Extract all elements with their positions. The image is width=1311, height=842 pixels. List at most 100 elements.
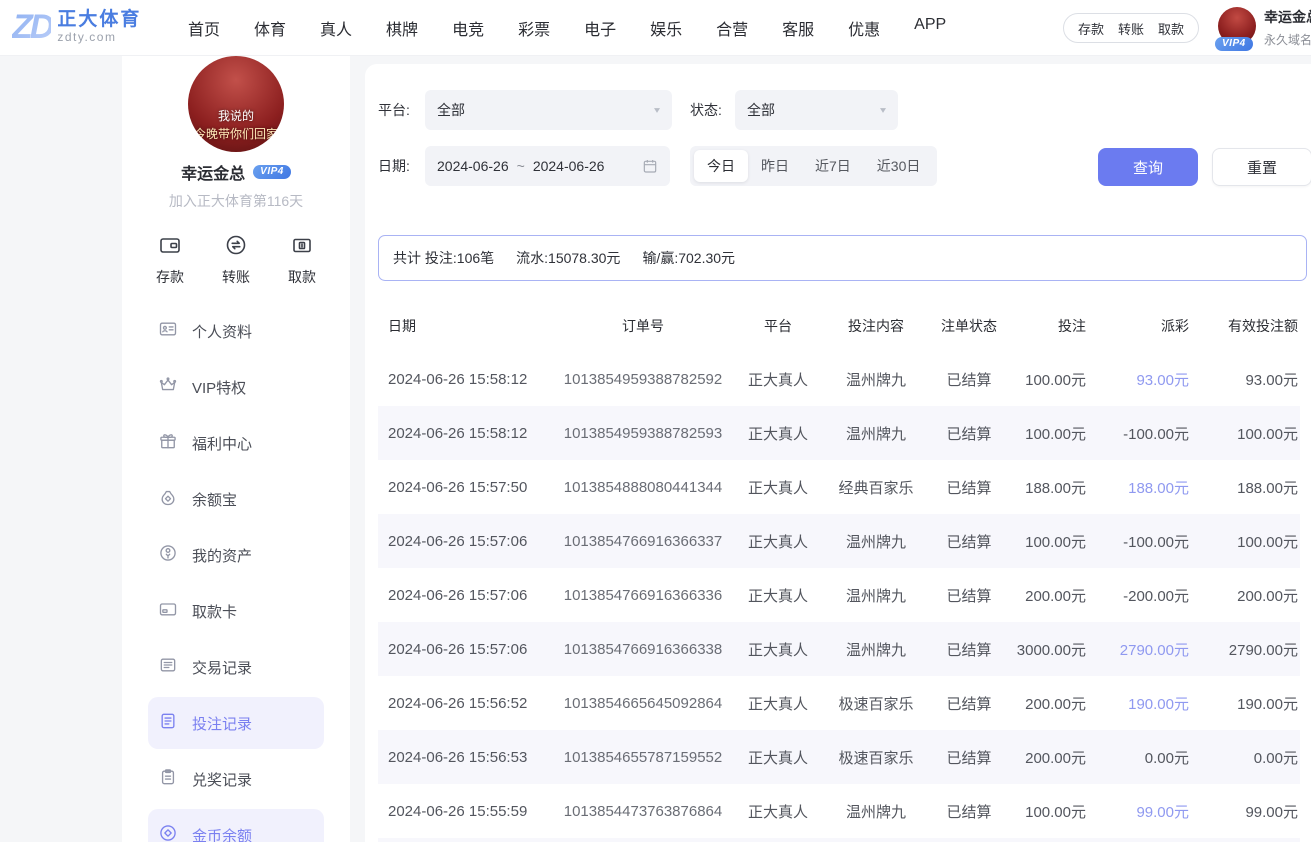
cell-order-number: 1013854766916366338 — [548, 641, 738, 658]
table-row[interactable]: 2024-06-26 15:57:06 1013854766916366338 … — [378, 622, 1300, 676]
nav-item[interactable]: 棋牌 — [386, 16, 418, 40]
sidebar-item-我的资产[interactable]: 我的资产 — [148, 529, 324, 581]
logo-zd-icon: ZD — [12, 10, 51, 44]
cell-bet-content: 温州牌九 — [818, 585, 934, 606]
withdraw-icon — [290, 233, 314, 262]
sidebar-item-交易记录[interactable]: 交易记录 — [148, 641, 324, 693]
platform-select[interactable]: 全部 ▾ — [425, 90, 672, 130]
nav-item[interactable]: 首页 — [188, 16, 220, 40]
chevron-down-icon: ▾ — [880, 104, 886, 115]
nav-item[interactable]: 体育 — [254, 16, 286, 40]
quick-action[interactable]: 存款 — [156, 233, 184, 287]
cell-platform: 正大真人 — [738, 423, 818, 444]
sidebar-item-label: 取款卡 — [192, 601, 237, 622]
sidebar-item-金币余额[interactable]: 金币余额 — [148, 809, 324, 842]
quick-action[interactable]: 取款 — [288, 233, 316, 287]
cell-valid-amount: 100.00元 — [1189, 531, 1298, 552]
table-row[interactable]: 2024-06-26 15:58:12 1013854959388782592 … — [378, 352, 1300, 406]
crown-icon — [158, 375, 178, 395]
sidebar-item-个人资料[interactable]: 个人资料 — [148, 305, 324, 357]
sidebar-item-label: VIP特权 — [192, 377, 246, 398]
coin-icon — [158, 823, 178, 842]
table-row[interactable]: 2024-06-26 15:56:53 1013854655787159552 … — [378, 730, 1300, 784]
cell-valid-amount: 200.00元 — [1189, 585, 1298, 606]
brand-logo[interactable]: ZD 正大体育 zdty.com — [12, 10, 162, 44]
bet-records-panel: 平台: 全部 ▾ 状态: 全部 ▾ 日期: 2024-06-26 ~ 2024-… — [365, 64, 1311, 842]
cell-valid-amount: 2790.00元 — [1189, 639, 1298, 660]
cell-payout: 2790.00元 — [1086, 639, 1189, 660]
table-row[interactable]: 2024-06-26 15:57:50 1013854888080441344 … — [378, 460, 1300, 514]
cell-bet-content: 极速百家乐 — [818, 747, 934, 768]
column-header: 派彩 — [1086, 316, 1189, 336]
sidebar-item-兑奖记录[interactable]: 兑奖记录 — [148, 753, 324, 805]
nav-item[interactable]: 真人 — [320, 16, 352, 40]
cell-payout: -100.00元 — [1086, 531, 1189, 552]
cell-payout: 190.00元 — [1086, 693, 1189, 714]
nav-item[interactable]: 彩票 — [518, 16, 550, 40]
cell-bet-amount: 188.00元 — [1004, 477, 1086, 498]
nav-item[interactable]: 客服 — [782, 16, 814, 40]
nav-item[interactable]: 电子 — [584, 16, 616, 40]
wallet-action[interactable]: 存款 — [1078, 19, 1104, 38]
nav-item[interactable]: 合营 — [716, 16, 748, 40]
cell-order-number: 1013854888080441344 — [548, 479, 738, 496]
nav-item[interactable]: 电竞 — [452, 16, 484, 40]
quick-action[interactable]: 转账 — [222, 233, 250, 287]
cell-platform: 正大真人 — [738, 747, 818, 768]
cell-order-number: 1013854959388782593 — [548, 425, 738, 442]
sidebar-item-取款卡[interactable]: 取款卡 — [148, 585, 324, 637]
main-nav: 首页 体育 真人 棋牌 电竞 彩票 电子 娱乐 合营 客服 优惠 APP — [188, 16, 946, 40]
date-range-input[interactable]: 2024-06-26 ~ 2024-06-26 — [425, 146, 670, 186]
table-row[interactable]: 2024-06-26 15:58:12 1013854959388782593 … — [378, 406, 1300, 460]
cell-bet-amount: 200.00元 — [1004, 747, 1086, 768]
date-range-tab[interactable]: 昨日 — [748, 150, 802, 182]
wallet-action[interactable]: 转账 — [1118, 19, 1144, 38]
reset-button[interactable]: 重置 — [1212, 148, 1311, 186]
table-row[interactable]: 2024-06-26 15:57:06 1013854766916366336 … — [378, 568, 1300, 622]
cell-payout: 99.00元 — [1086, 801, 1189, 822]
user-block[interactable]: VIP4 幸运金总 永久域名: zdty.com — [1218, 7, 1311, 48]
cell-valid-amount: 100.00元 — [1189, 423, 1298, 444]
cell-payout: 188.00元 — [1086, 477, 1189, 498]
bet-record-icon — [158, 711, 178, 736]
sidebar-item-福利中心[interactable]: 福利中心 — [148, 417, 324, 469]
table-row[interactable]: 2024-06-26 15:55:59 1013854473763876864 … — [378, 784, 1300, 838]
status-select[interactable]: 全部 ▾ — [735, 90, 898, 130]
assets-icon — [158, 543, 178, 568]
cell-platform: 正大真人 — [738, 693, 818, 714]
date-range-tab[interactable]: 近30日 — [864, 150, 934, 182]
date-range-tab[interactable]: 今日 — [694, 150, 748, 182]
summary-part: 共计 投注:106笔 — [393, 248, 494, 268]
nav-item[interactable]: APP — [914, 16, 946, 40]
nav-item[interactable]: 优惠 — [848, 16, 880, 40]
cell-bet-amount: 100.00元 — [1004, 423, 1086, 444]
table-row[interactable]: 2024-06-26 15:57:06 1013854766916366337 … — [378, 514, 1300, 568]
cell-payout: 0.00元 — [1086, 747, 1189, 768]
avatar[interactable]: VIP4 — [1218, 7, 1256, 45]
vip-badge: VIP4 — [1215, 37, 1253, 51]
search-button[interactable]: 查询 — [1098, 148, 1198, 186]
cell-order-number: 1013854665645092864 — [548, 695, 738, 712]
date-range-tab[interactable]: 近7日 — [802, 150, 864, 182]
cell-bet-amount: 3000.00元 — [1004, 639, 1086, 660]
gift-icon — [158, 431, 178, 451]
transaction-icon — [158, 655, 178, 675]
nav-item[interactable]: 娱乐 — [650, 16, 682, 40]
profile-avatar[interactable]: 我说的 今晚带你们回家 — [188, 56, 284, 152]
cell-status: 已结算 — [934, 423, 1004, 444]
cell-bet-amount: 100.00元 — [1004, 369, 1086, 390]
cell-bet-content: 温州牌九 — [818, 423, 934, 444]
bank-card-icon — [158, 599, 178, 624]
wallet-action[interactable]: 取款 — [1158, 19, 1184, 38]
money-pouch-icon — [158, 487, 178, 507]
sidebar-item-VIP特权[interactable]: VIP特权 — [148, 361, 324, 413]
sidebar-item-余额宝[interactable]: 余额宝 — [148, 473, 324, 525]
chevron-down-icon: ▾ — [654, 104, 660, 115]
transfer-icon — [224, 233, 248, 257]
cell-platform: 正大真人 — [738, 639, 818, 660]
sidebar-item-投注记录[interactable]: 投注记录 — [148, 697, 324, 749]
sidebar-item-label: 余额宝 — [192, 489, 237, 510]
sidebar-item-label: 兑奖记录 — [192, 769, 252, 790]
table-row[interactable]: 2024-06-26 15:56:52 1013854665645092864 … — [378, 676, 1300, 730]
sidebar-item-label: 交易记录 — [192, 657, 252, 678]
